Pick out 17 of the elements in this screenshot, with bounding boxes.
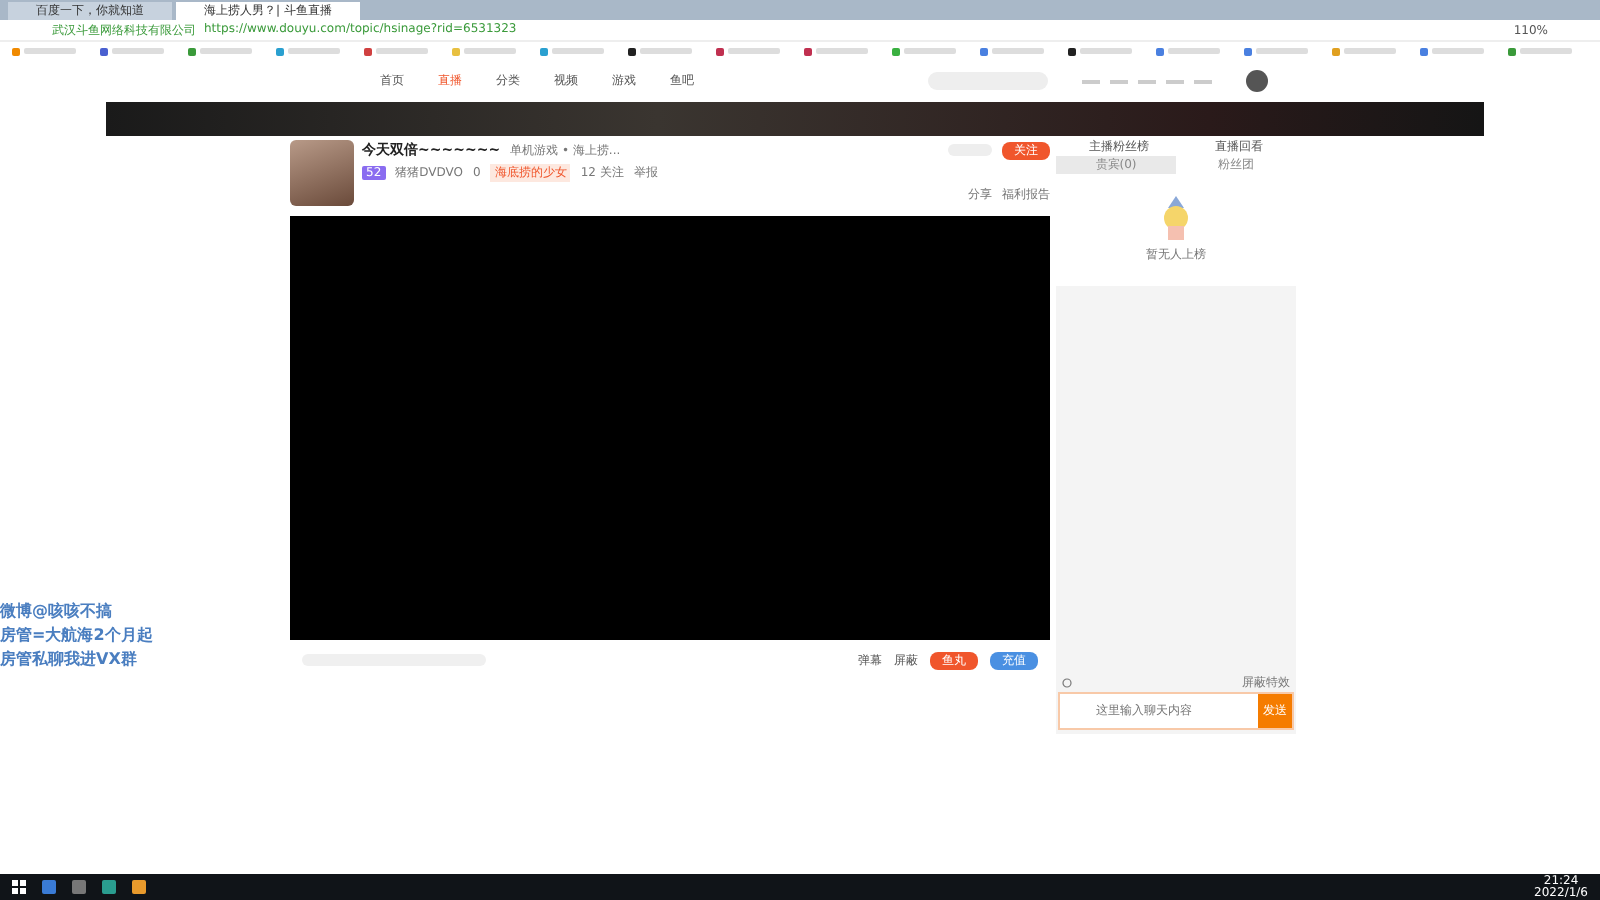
- app-icon[interactable]: [102, 880, 116, 894]
- mascot-icon: [1158, 196, 1194, 240]
- app-icon[interactable]: [72, 880, 86, 894]
- app-icon[interactable]: [42, 880, 56, 894]
- overlay-text: 房管=大航海2个月起: [0, 624, 153, 646]
- overlay-text: 微博@咳咳不搞: [0, 600, 114, 622]
- video-player[interactable]: [290, 216, 1050, 640]
- bookmark[interactable]: [24, 48, 76, 54]
- app-icon[interactable]: [132, 880, 146, 894]
- bookmark[interactable]: [1344, 48, 1396, 54]
- bookmark-icon[interactable]: [1068, 47, 1076, 55]
- overlay-text: 房管私聊我进VX群: [0, 648, 139, 670]
- windows-icon[interactable]: [12, 880, 26, 894]
- bookmark-icon[interactable]: [628, 47, 636, 55]
- bookmark[interactable]: [464, 48, 516, 54]
- streamer-avatar: [290, 140, 354, 206]
- user-avatar[interactable]: [1246, 70, 1268, 92]
